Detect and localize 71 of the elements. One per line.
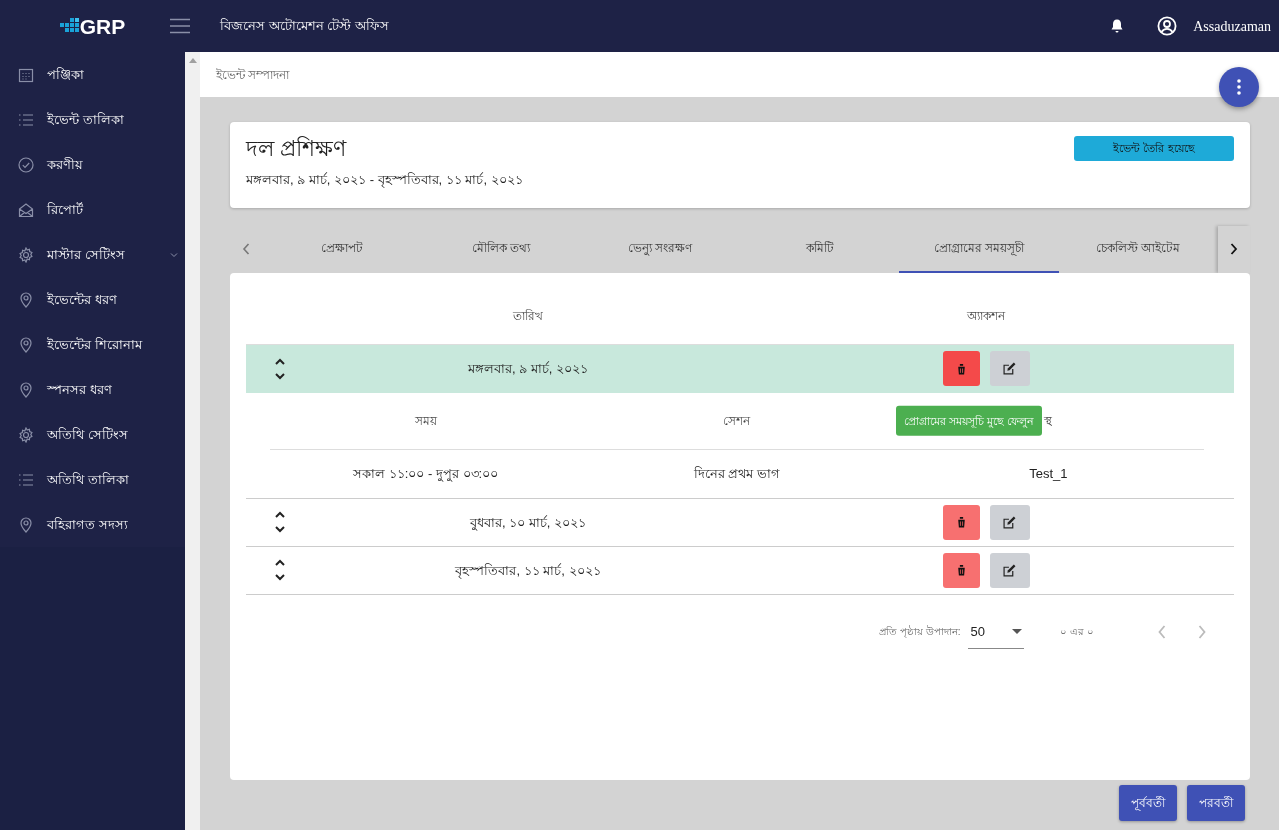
column-header: স্থ (1044, 413, 1053, 428)
page-range: ০ এর ০ (1060, 625, 1094, 640)
column-header: তারিখ (512, 308, 544, 326)
pin-icon (18, 516, 34, 533)
delete-button[interactable] (942, 351, 980, 387)
table-cell-text: মঙ্গলবার, ৯ মার্চ, ২০২১ (466, 360, 590, 379)
page-size-select[interactable]: 50 (968, 614, 1025, 649)
event-title: দল প্রশিক্ষণ (246, 136, 348, 163)
gear-icon (18, 246, 34, 263)
envelope-icon (18, 201, 34, 218)
logo-text: GRP (79, 15, 126, 37)
expand-collapse-icon (274, 559, 286, 582)
chevron-right-icon (1198, 624, 1206, 639)
edit-icon (1003, 362, 1016, 376)
delete-button[interactable] (942, 504, 980, 540)
list-icon (18, 471, 34, 488)
next-button[interactable]: পরবর্তী (1187, 784, 1245, 821)
column-header: সময় (414, 413, 437, 428)
expand-collapse-icon (274, 511, 286, 534)
pin-icon (18, 381, 34, 398)
sidebar-item[interactable]: ইভেন্টের শিরোনাম (0, 322, 185, 367)
page-size-label: প্রতি পৃষ্ঠায় উপাদান: (879, 624, 961, 640)
sidebar-item[interactable]: অতিথি তালিকা (0, 457, 185, 502)
calendar-icon (18, 66, 34, 83)
breadcrumb: ইভেন্ট সম্পাদনা (200, 52, 1279, 97)
event-dates: মঙ্গলবার, ৯ মার্চ, ২০২১ - বৃহস্পতিবার, ১১ মার্চ, ২০২১ (246, 171, 523, 190)
pin-icon (18, 336, 34, 353)
sidebar-item[interactable]: বহিরাগত সদস্য (0, 502, 185, 547)
tab[interactable]: মৌলিক তথ্য (421, 225, 581, 273)
tab[interactable]: ভেন্যু সংরক্ষণ (580, 225, 740, 273)
edit-button[interactable] (989, 351, 1030, 387)
list-icon (18, 111, 34, 128)
edit-button[interactable] (989, 552, 1030, 588)
sidebar-item[interactable]: ইভেন্টের ধরণ (0, 277, 185, 322)
sidebar-item[interactable]: অতিথি সেটিংস (0, 412, 185, 457)
status-button[interactable]: ইভেন্ট তৈরি হয়েছে (1074, 136, 1234, 161)
sidebar-item[interactable]: স্পনসর ধরণ (0, 367, 185, 412)
edit-button[interactable] (989, 504, 1030, 540)
table-cell-text: বুধবার, ১০ মার্চ, ২০২১ (468, 513, 588, 533)
delete-button[interactable] (942, 552, 980, 588)
trash-icon (955, 362, 967, 375)
column-header: অ্যাকশন (966, 308, 1007, 326)
chevron-right-icon (1229, 243, 1238, 256)
table-cell-text: দিনের প্রথম ভাগ (692, 465, 782, 484)
edit-icon (1003, 515, 1016, 529)
expand-collapse-icon (274, 357, 286, 380)
scroll-up-arrow-icon (188, 58, 197, 63)
chevron-left-icon (242, 243, 250, 256)
check-circle-icon (18, 156, 34, 173)
table-cell-text: সকাল ১১:০০ - দুপুর ০৩:০০ (352, 465, 500, 484)
column-header: সেশন (723, 413, 751, 428)
more-options-button[interactable] (1219, 67, 1259, 107)
tab[interactable]: প্রেক্ষাপট (262, 225, 422, 273)
table-cell-text: Test_1 (1028, 465, 1069, 484)
previous-button[interactable]: পূর্ববর্তী (1119, 784, 1177, 821)
user-avatar-icon (1157, 16, 1178, 36)
table-cell-text: বৃহস্পতিবার, ১১ মার্চ, ২০২১ (454, 561, 602, 581)
tab[interactable]: কমিটি (740, 225, 900, 273)
dropdown-arrow-icon (1012, 628, 1023, 634)
user-name[interactable]: Assaduzaman (1193, 15, 1271, 37)
menu-icon (170, 18, 190, 34)
more-vertical-icon (1237, 79, 1241, 95)
tab[interactable]: চেকলিস্ট আইটেম (1058, 225, 1218, 273)
office-name: বিজনেস অটোমেশন টেস্ট অফিস (220, 17, 389, 36)
pin-icon (18, 291, 34, 308)
gear-icon (18, 426, 34, 443)
chevron-left-icon (1158, 624, 1166, 639)
trash-icon (955, 516, 967, 529)
tooltip: প্রোগ্রামের সময়সূচি মুছে ফেলুন (896, 405, 1043, 437)
edit-icon (1003, 563, 1016, 577)
trash-icon (955, 564, 967, 577)
